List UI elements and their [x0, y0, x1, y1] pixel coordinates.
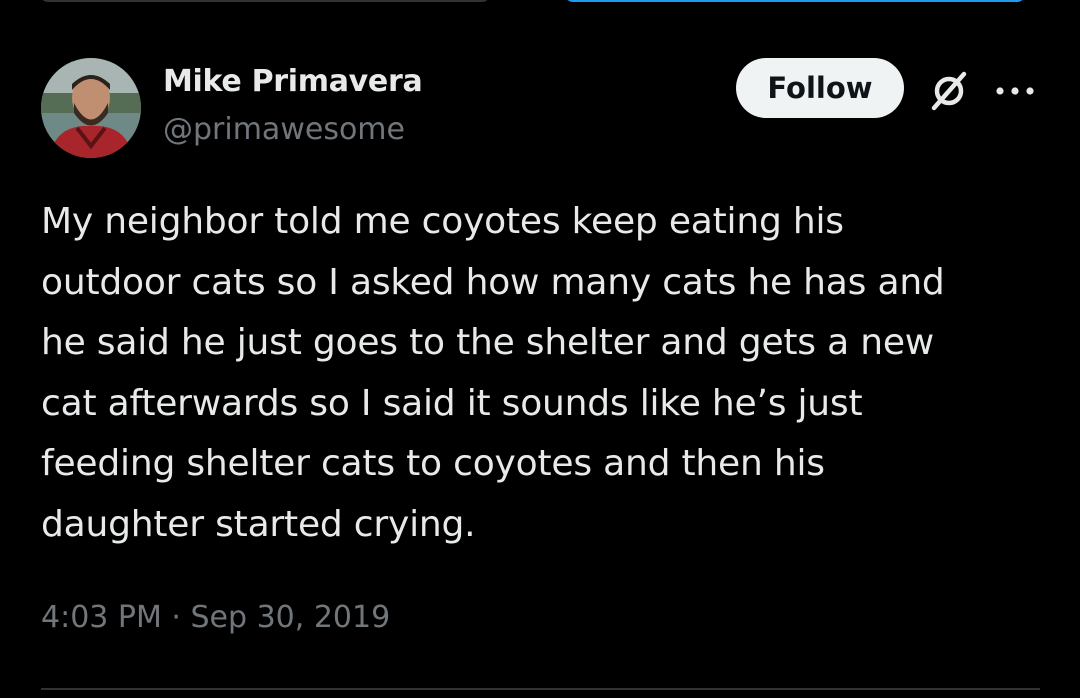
display-name[interactable]: Mike Primavera	[163, 64, 423, 99]
divider	[41, 688, 1040, 690]
top-tab-left	[40, 0, 490, 2]
tweet-text: My neighbor told me coyotes keep eating …	[41, 201, 945, 545]
top-tab-right	[565, 0, 1025, 2]
avatar[interactable]	[41, 58, 141, 158]
more-icon[interactable]	[993, 83, 1037, 97]
follow-button[interactable]: Follow	[736, 58, 904, 118]
grok-icon[interactable]	[926, 68, 972, 114]
user-handle[interactable]: @primawesome	[163, 112, 405, 147]
tweet-timestamp[interactable]: 4:03 PM · Sep 30, 2019	[41, 600, 390, 635]
